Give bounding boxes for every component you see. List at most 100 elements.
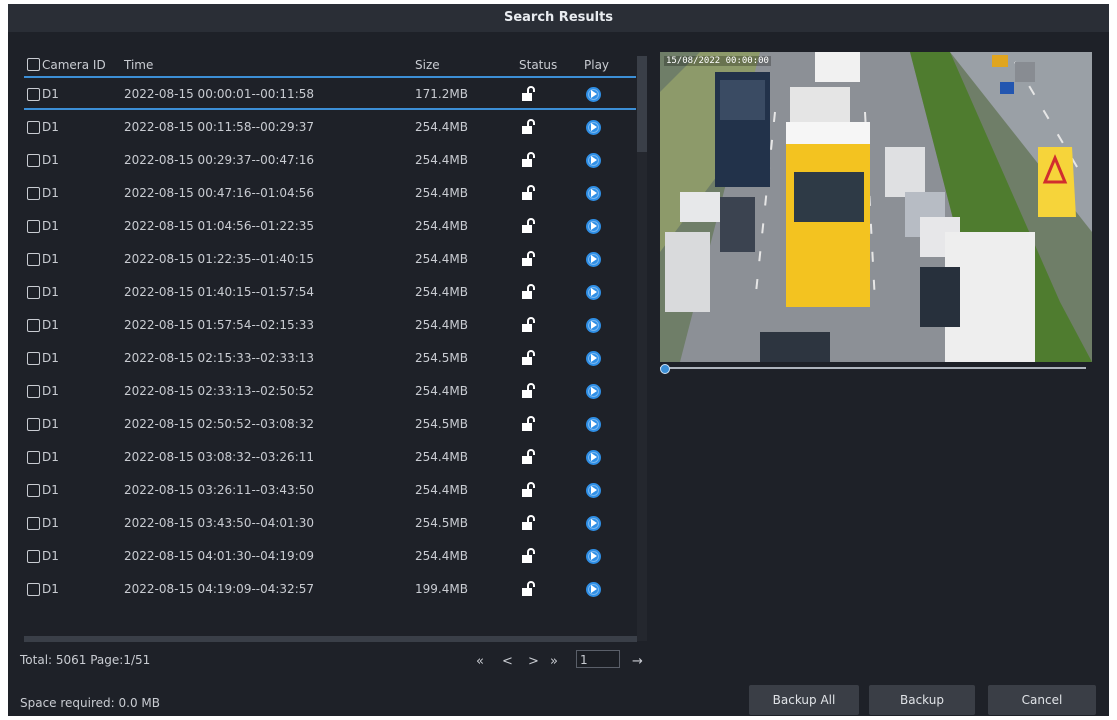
prev-page-button[interactable]: <	[502, 654, 513, 669]
row-checkbox[interactable]	[27, 451, 40, 464]
camera-id-cell: D1	[42, 549, 59, 563]
dialog-title: Search Results	[8, 4, 1109, 32]
table-row[interactable]: D1 2022-08-15 03:26:11--03:43:50 254.4MB	[24, 474, 636, 506]
unlocked-icon[interactable]	[521, 119, 537, 135]
header-play: Play	[584, 58, 610, 72]
header-time: Time	[124, 58, 154, 72]
header-size: Size	[415, 58, 440, 72]
table-row[interactable]: D1 2022-08-15 00:29:37--00:47:16 254.4MB	[24, 144, 636, 176]
time-cell: 2022-08-15 04:01:30--04:19:09	[124, 549, 315, 563]
table-row[interactable]: D1 2022-08-15 04:01:30--04:19:09 254.4MB	[24, 540, 636, 572]
play-icon[interactable]	[586, 120, 601, 135]
size-cell: 254.4MB	[415, 186, 468, 200]
unlocked-icon[interactable]	[521, 185, 537, 201]
row-checkbox[interactable]	[27, 484, 40, 497]
table-row[interactable]: D1 2022-08-15 00:47:16--01:04:56 254.4MB	[24, 177, 636, 209]
play-icon[interactable]	[586, 516, 601, 531]
table-row[interactable]: D1 2022-08-15 04:19:09--04:32:57 199.4MB	[24, 573, 636, 605]
row-checkbox[interactable]	[27, 583, 40, 596]
table-row[interactable]: D1 2022-08-15 00:00:01--00:11:58 171.2MB	[24, 78, 636, 110]
row-checkbox[interactable]	[27, 187, 40, 200]
unlocked-icon[interactable]	[521, 548, 537, 564]
camera-id-cell: D1	[42, 582, 59, 596]
size-cell: 254.4MB	[415, 219, 468, 233]
row-checkbox[interactable]	[27, 88, 40, 101]
row-checkbox[interactable]	[27, 154, 40, 167]
unlocked-icon[interactable]	[521, 317, 537, 333]
play-icon[interactable]	[586, 318, 601, 333]
play-icon[interactable]	[586, 450, 601, 465]
next-page-button[interactable]: >	[528, 654, 539, 669]
play-icon[interactable]	[586, 384, 601, 399]
table-row[interactable]: D1 2022-08-15 02:15:33--02:33:13 254.5MB	[24, 342, 636, 374]
row-checkbox[interactable]	[27, 550, 40, 563]
playback-progress-handle[interactable]	[660, 364, 670, 374]
table-row[interactable]: D1 2022-08-15 01:57:54--02:15:33 254.4MB	[24, 309, 636, 341]
play-icon[interactable]	[586, 549, 601, 564]
play-icon[interactable]	[586, 219, 601, 234]
cancel-button[interactable]: Cancel	[988, 685, 1096, 715]
play-icon[interactable]	[586, 153, 601, 168]
play-icon[interactable]	[586, 351, 601, 366]
unlocked-icon[interactable]	[521, 515, 537, 531]
table-row[interactable]: D1 2022-08-15 01:40:15--01:57:54 254.4MB	[24, 276, 636, 308]
go-page-button[interactable]: →	[632, 654, 643, 669]
table-row[interactable]: D1 2022-08-15 02:50:52--03:08:32 254.5MB	[24, 408, 636, 440]
row-checkbox[interactable]	[27, 418, 40, 431]
table-vertical-scrollbar[interactable]	[637, 56, 647, 641]
play-icon[interactable]	[586, 582, 601, 597]
highway-traffic-image	[660, 52, 1092, 362]
row-checkbox[interactable]	[27, 352, 40, 365]
play-icon[interactable]	[586, 252, 601, 267]
size-cell: 254.4MB	[415, 252, 468, 266]
row-checkbox[interactable]	[27, 286, 40, 299]
unlocked-icon[interactable]	[521, 152, 537, 168]
unlocked-icon[interactable]	[521, 350, 537, 366]
row-checkbox[interactable]	[27, 121, 40, 134]
video-preview[interactable]: 15/08/2022 00:00:00	[660, 52, 1092, 362]
play-icon[interactable]	[586, 483, 601, 498]
unlocked-icon[interactable]	[521, 482, 537, 498]
table-horizontal-scrollbar[interactable]	[24, 636, 637, 642]
unlocked-icon[interactable]	[521, 284, 537, 300]
total-page-info: Total: 5061 Page:1/51	[20, 653, 151, 667]
camera-id-cell: D1	[42, 87, 59, 101]
unlocked-icon[interactable]	[521, 449, 537, 465]
playback-progress-track[interactable]	[660, 367, 1086, 369]
unlocked-icon[interactable]	[521, 581, 537, 597]
page-number-input[interactable]: 1	[576, 650, 620, 668]
table-row[interactable]: D1 2022-08-15 03:43:50--04:01:30 254.5MB	[24, 507, 636, 539]
backup-all-button[interactable]: Backup All	[749, 685, 859, 715]
table-row[interactable]: D1 2022-08-15 00:11:58--00:29:37 254.4MB	[24, 111, 636, 143]
camera-id-cell: D1	[42, 483, 59, 497]
row-checkbox[interactable]	[27, 220, 40, 233]
unlocked-icon[interactable]	[521, 218, 537, 234]
search-results-dialog: Search Results Camera ID Time Size Statu…	[8, 4, 1109, 716]
row-checkbox[interactable]	[27, 385, 40, 398]
first-page-button[interactable]: «	[476, 654, 484, 669]
row-checkbox[interactable]	[27, 517, 40, 530]
unlocked-icon[interactable]	[521, 251, 537, 267]
results-table: Camera ID Time Size Status Play D1 2022-0…	[24, 52, 644, 642]
vertical-scrollbar-thumb[interactable]	[637, 56, 647, 152]
time-cell: 2022-08-15 02:33:13--02:50:52	[124, 384, 315, 398]
last-page-button[interactable]: »	[550, 654, 558, 669]
row-checkbox[interactable]	[27, 253, 40, 266]
play-icon[interactable]	[586, 417, 601, 432]
unlocked-icon[interactable]	[521, 416, 537, 432]
play-icon[interactable]	[586, 186, 601, 201]
camera-id-cell: D1	[42, 252, 59, 266]
play-icon[interactable]	[586, 285, 601, 300]
row-checkbox[interactable]	[27, 319, 40, 332]
table-row[interactable]: D1 2022-08-15 01:22:35--01:40:15 254.4MB	[24, 243, 636, 275]
table-row[interactable]: D1 2022-08-15 01:04:56--01:22:35 254.4MB	[24, 210, 636, 242]
unlocked-icon[interactable]	[521, 383, 537, 399]
select-all-checkbox[interactable]	[27, 58, 40, 71]
table-row[interactable]: D1 2022-08-15 03:08:32--03:26:11 254.4MB	[24, 441, 636, 473]
backup-button[interactable]: Backup	[869, 685, 975, 715]
unlocked-icon[interactable]	[521, 86, 537, 102]
camera-id-cell: D1	[42, 318, 59, 332]
table-row[interactable]: D1 2022-08-15 02:33:13--02:50:52 254.4MB	[24, 375, 636, 407]
camera-id-cell: D1	[42, 219, 59, 233]
play-icon[interactable]	[586, 87, 601, 102]
